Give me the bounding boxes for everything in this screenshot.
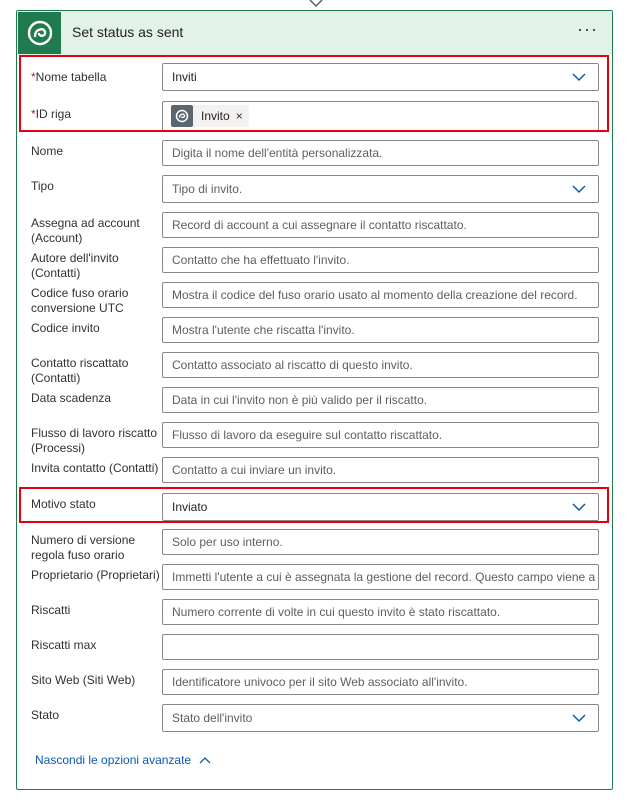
nome-input[interactable]: Digita il nome dell'entità personalizzat… [162, 140, 599, 166]
flusso-label: Flusso di lavoro riscatto (Processi) [31, 426, 158, 455]
sito-web-input[interactable]: Identificatore univoco per il sito Web a… [162, 669, 599, 695]
autore-label: Autore dell'invito (Contatti) [31, 251, 119, 280]
card-header[interactable]: Set status as sent ··· [17, 11, 612, 55]
more-options-icon[interactable]: ··· [577, 19, 598, 40]
highlight-box-motivo [19, 487, 609, 523]
stato-placeholder: Stato dell'invito [172, 711, 253, 725]
highlight-box-required [19, 55, 609, 132]
data-scadenza-input[interactable]: Data in cui l'invito non è più valido pe… [162, 387, 599, 413]
sito-web-label: Sito Web (Siti Web) [31, 673, 136, 687]
dataverse-icon [18, 12, 61, 54]
assegna-input[interactable]: Record di account a cui assegnare il con… [162, 212, 599, 238]
action-card: Set status as sent ··· *Nome tabella Inv… [16, 10, 613, 790]
assegna-label: Assegna ad account (Account) [31, 216, 140, 245]
contatto-riscattato-input[interactable]: Contatto associato al riscatto di questo… [162, 352, 599, 378]
hide-advanced-options-link[interactable]: Nascondi le opzioni avanzate [35, 753, 211, 767]
codice-fuso-label: Codice fuso orario conversione UTC [31, 286, 129, 315]
riscatti-label: Riscatti [31, 603, 71, 617]
chevron-up-icon [199, 757, 211, 764]
flusso-input[interactable]: Flusso di lavoro da eseguire sul contatt… [162, 422, 599, 448]
hide-advanced-options-label: Nascondi le opzioni avanzate [35, 753, 192, 767]
invita-contatto-input[interactable]: Contatto a cui inviare un invito. [162, 457, 599, 483]
riscatti-max-input[interactable] [162, 634, 599, 660]
card-title: Set status as sent [72, 24, 184, 40]
numero-versione-input[interactable]: Solo per uso interno. [162, 529, 599, 555]
nome-label: Nome [31, 144, 64, 158]
chevron-down-icon [572, 714, 586, 723]
stato-select[interactable]: Stato dell'invito [162, 704, 599, 732]
proprietario-label: Proprietario (Proprietari) [31, 568, 160, 582]
invita-contatto-label: Invita contatto (Contatti) [31, 461, 159, 475]
chevron-down-icon [572, 185, 586, 194]
riscatti-input[interactable]: Numero corrente di volte in cui questo i… [162, 599, 599, 625]
riscatti-max-label: Riscatti max [31, 638, 97, 652]
proprietario-input[interactable]: Immetti l'utente a cui è assegnata la ge… [162, 564, 599, 590]
data-scadenza-label: Data scadenza [31, 391, 112, 405]
tipo-label: Tipo [31, 179, 54, 193]
codice-fuso-input[interactable]: Mostra il codice del fuso orario usato a… [162, 282, 599, 308]
flow-connector-arrow-icon [309, 0, 323, 8]
numero-versione-label: Numero di versione regola fuso orario [31, 533, 136, 562]
codice-invito-input[interactable]: Mostra l'utente che riscatta l'invito. [162, 317, 599, 343]
stato-label: Stato [31, 708, 60, 722]
contatto-riscattato-label: Contatto riscattato (Contatti) [31, 356, 129, 385]
tipo-placeholder: Tipo di invito. [172, 182, 243, 196]
tipo-select[interactable]: Tipo di invito. [162, 175, 599, 203]
codice-invito-label: Codice invito [31, 321, 100, 335]
autore-input[interactable]: Contatto che ha effettuato l'invito. [162, 247, 599, 273]
